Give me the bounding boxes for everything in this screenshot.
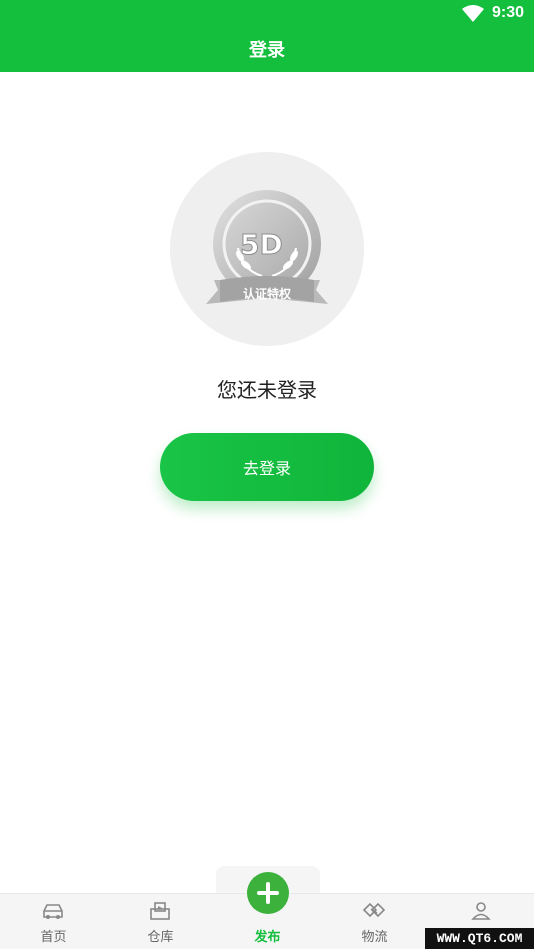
user-icon: [471, 902, 491, 920]
svg-text:5D: 5D: [240, 228, 283, 258]
certification-badge: 5D 认证特权: [170, 152, 364, 346]
warehouse-icon: [150, 902, 170, 920]
publish-fab-button[interactable]: [247, 872, 289, 914]
status-time: 9:30: [491, 4, 524, 21]
login-button[interactable]: 去登录: [160, 433, 374, 501]
nav-item-logistics[interactable]: 物流: [321, 894, 428, 949]
watermark: WWW.QT6.COM: [425, 928, 534, 949]
page-title: 登录: [249, 40, 285, 61]
app-header: 9:30 登录: [0, 0, 534, 72]
nav-label-publish: 发布: [254, 930, 281, 945]
wifi-icon: [462, 5, 484, 22]
nav-label-warehouse: 仓库: [147, 930, 174, 945]
nav-item-home[interactable]: 首页: [0, 894, 107, 949]
nav-label-home: 首页: [40, 930, 67, 945]
nav-item-warehouse[interactable]: 仓库: [107, 894, 214, 949]
not-logged-in-message: 您还未登录: [217, 378, 317, 402]
status-bar: 9:30: [0, 0, 534, 28]
car-icon: [43, 904, 63, 919]
nav-label-logistics: 物流: [361, 930, 388, 945]
5d-logo-icon: 5D: [240, 228, 283, 258]
badge-ribbon-text: 认证特权: [242, 287, 291, 301]
plus-icon: [257, 882, 279, 904]
handshake-icon: [362, 902, 386, 918]
